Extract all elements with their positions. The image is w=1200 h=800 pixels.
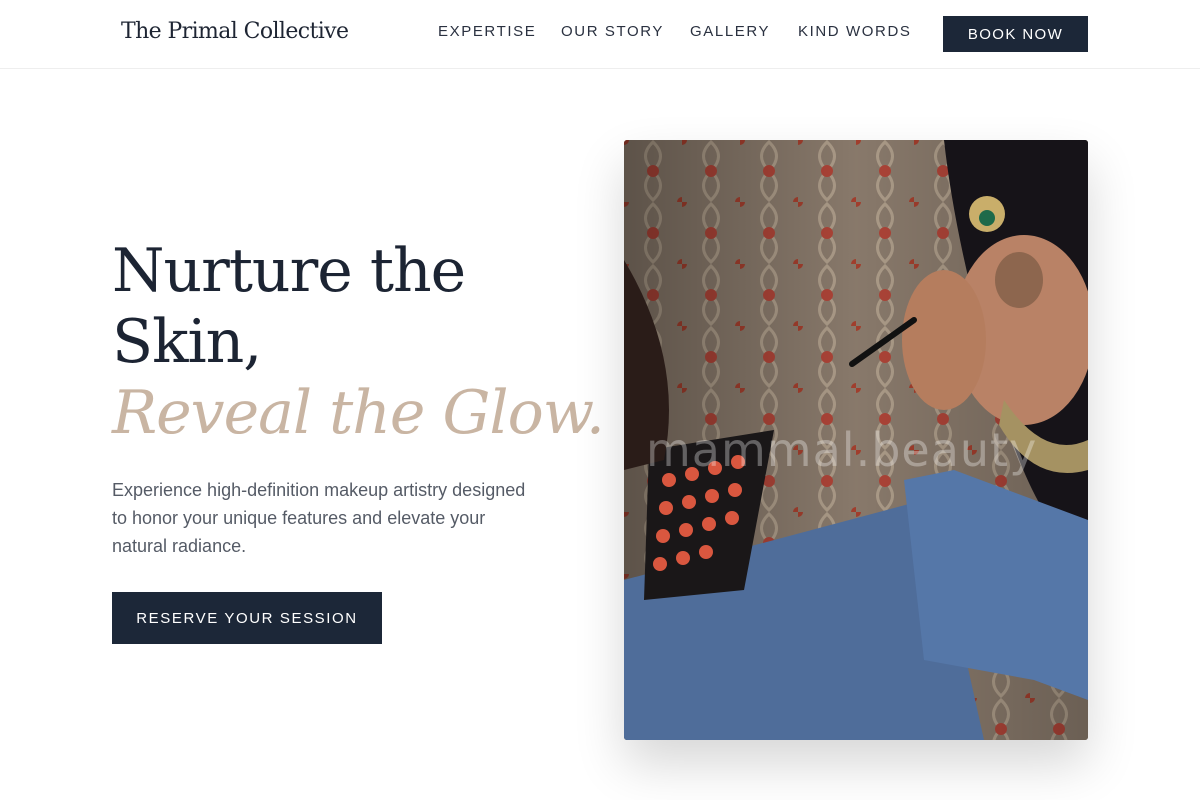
reserve-session-button[interactable]: RESERVE YOUR SESSION: [112, 592, 382, 644]
nav-link-our-story[interactable]: OUR STORY: [561, 23, 664, 40]
headline-line-2: Skin,: [112, 307, 262, 377]
book-now-button[interactable]: BOOK NOW: [943, 16, 1088, 52]
image-watermark: mammal.beauty: [646, 423, 1038, 477]
headline-accent: Reveal the Glow.: [112, 378, 605, 448]
makeup-artist-photo: mammal.beauty: [624, 140, 1088, 740]
hero-subtext: Experience high-definition makeup artist…: [112, 480, 526, 556]
site-header: The Primal Collective EXPERTISE OUR STOR…: [0, 0, 1200, 69]
hero-headline: Nurture the Skin, Reveal the Glow.: [112, 236, 605, 449]
nav-link-kind-words[interactable]: KIND WORDS: [798, 23, 912, 40]
headline-line-1: Nurture the: [112, 236, 466, 306]
nav-link-expertise[interactable]: EXPERTISE: [438, 23, 536, 40]
nav-link-gallery[interactable]: GALLERY: [690, 23, 770, 40]
